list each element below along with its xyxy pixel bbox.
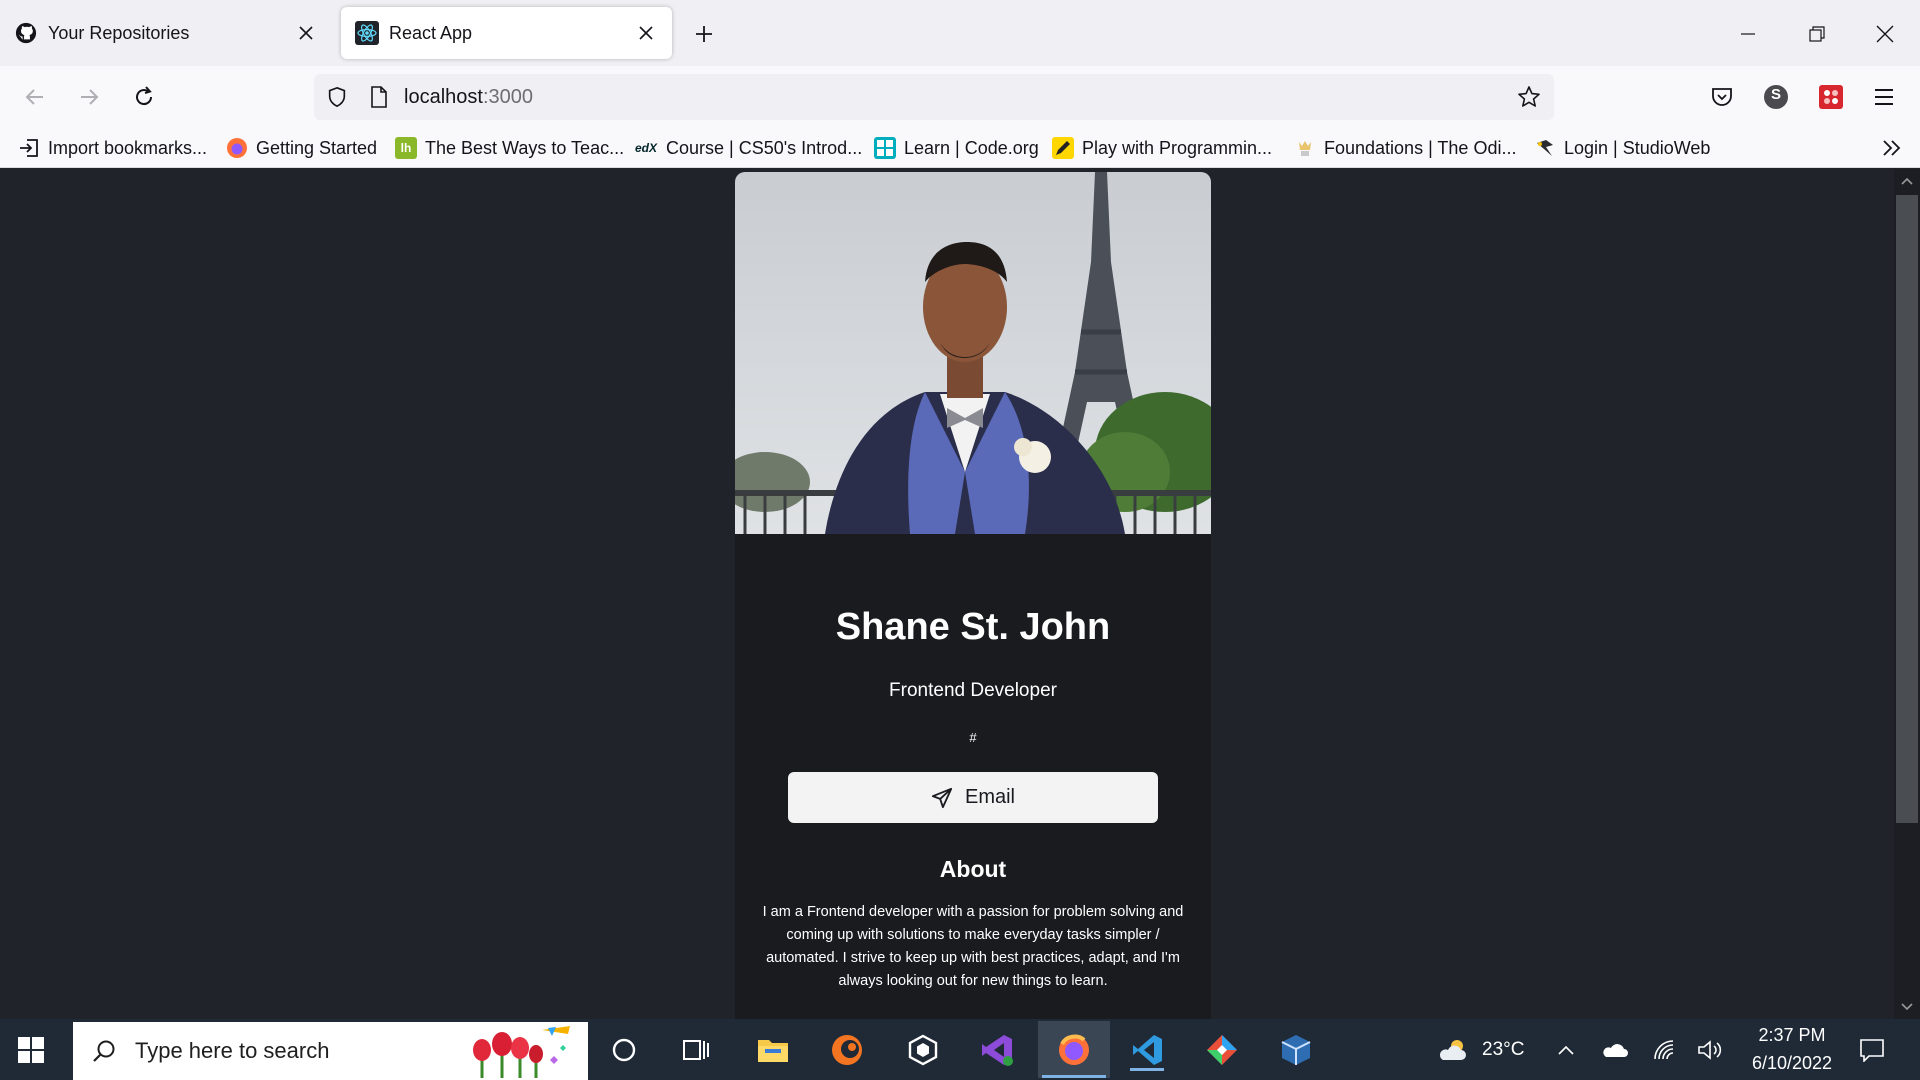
scroll-up-icon[interactable] <box>1899 173 1915 189</box>
profile-name: Shane St. John <box>835 606 1111 648</box>
odin-icon <box>1294 137 1316 159</box>
about-text: I am a Frontend developer with a passion… <box>762 904 1184 989</box>
shield-icon[interactable] <box>322 82 352 112</box>
chevron-up-icon[interactable] <box>1553 1037 1579 1063</box>
crunchyroll-icon[interactable] <box>826 1029 868 1071</box>
bookmark-getting-started[interactable]: Getting Started <box>226 134 377 162</box>
bookmark-label: Foundations | The Odi... <box>1324 137 1517 158</box>
new-tab-button[interactable] <box>688 18 720 50</box>
pocket-icon[interactable] <box>1706 81 1738 113</box>
bookmark-label: Getting Started <box>256 137 378 158</box>
close-window-icon[interactable] <box>1867 16 1903 52</box>
bookmark-label: Course | CS50's Introd... <box>666 137 863 158</box>
weather-temperature[interactable]: 23°C <box>1482 1039 1524 1061</box>
restore-icon[interactable] <box>1799 16 1835 52</box>
scroll-down-icon[interactable] <box>1899 999 1915 1015</box>
bookmark-import[interactable]: Import bookmarks... <box>18 134 207 162</box>
tab-bar: Your Repositories React App <box>0 0 1920 66</box>
bookmark-code-org[interactable]: Learn | Code.org <box>874 134 1039 162</box>
scrollbar-thumb[interactable] <box>1896 195 1918 823</box>
search-icon <box>89 1036 119 1066</box>
bookmark-label: The Best Ways to Teac... <box>425 137 625 158</box>
clock-time[interactable]: 2:37 PM <box>1745 1025 1839 1046</box>
search-placeholder: Type here to search <box>135 1038 330 1063</box>
tab-title: React App <box>389 22 473 43</box>
profile-link[interactable]: # <box>735 730 1211 745</box>
unity-hub-icon[interactable] <box>902 1029 944 1071</box>
pencil-icon <box>1052 137 1074 159</box>
clock-date[interactable]: 6/10/2022 <box>1740 1053 1844 1074</box>
page-viewport: Shane St. John Frontend Developer # Emai… <box>0 169 1894 1019</box>
codeorg-icon <box>874 137 896 159</box>
react-icon <box>355 21 379 45</box>
close-tab-icon[interactable] <box>294 21 318 45</box>
account-avatar[interactable]: S <box>1760 81 1792 113</box>
bookmark-odin[interactable]: Foundations | The Odi... <box>1294 134 1516 162</box>
wifi-icon[interactable] <box>1652 1037 1678 1063</box>
back-icon[interactable] <box>17 79 53 115</box>
virtualbox-icon[interactable] <box>1275 1029 1317 1071</box>
file-explorer-icon[interactable] <box>752 1029 794 1071</box>
edx-icon: edX <box>634 141 657 155</box>
sourcetree-icon[interactable] <box>1201 1029 1243 1071</box>
bookmark-best-ways[interactable]: lh The Best Ways to Teac... <box>395 134 624 162</box>
profile-photo <box>735 172 1211 534</box>
bookmark-label: Learn | Code.org <box>904 137 1039 158</box>
email-button-label: Email <box>964 786 1015 808</box>
firefox-icon <box>226 137 248 159</box>
about-heading: About <box>939 856 1007 882</box>
github-icon <box>14 21 38 45</box>
studioweb-icon <box>1534 137 1556 159</box>
firefox-taskbar-icon[interactable] <box>1038 1021 1110 1078</box>
url-text[interactable]: localhost:3000 <box>404 86 533 109</box>
lh-icon: lh <box>395 137 417 159</box>
menu-icon[interactable] <box>1868 81 1900 113</box>
running-indicator <box>1130 1068 1164 1071</box>
tab-react-app[interactable]: React App <box>341 7 672 59</box>
profile-card: Shane St. John Frontend Developer # Emai… <box>735 172 1211 1019</box>
weather-icon[interactable] <box>1437 1037 1469 1063</box>
bookmark-star-icon[interactable] <box>1514 82 1544 112</box>
onedrive-icon[interactable] <box>1602 1037 1628 1063</box>
url-port: :3000 <box>482 86 533 108</box>
page-icon[interactable] <box>364 82 394 112</box>
notifications-icon[interactable] <box>1857 1037 1887 1063</box>
account-initial: S <box>1770 86 1781 103</box>
email-button[interactable]: Email <box>788 772 1158 823</box>
tab-your-repositories[interactable]: Your Repositories <box>0 7 332 59</box>
url-host: localhost <box>404 86 483 108</box>
bookmarks-toolbar: Import bookmarks... Getting Started lh T… <box>0 128 1920 168</box>
vscode-icon[interactable] <box>1126 1029 1168 1071</box>
reload-icon[interactable] <box>126 79 162 115</box>
visual-studio-icon[interactable] <box>976 1029 1018 1071</box>
navigation-toolbar: localhost:3000 S <box>0 66 1920 128</box>
close-tab-icon[interactable] <box>634 21 658 45</box>
bookmark-label: Play with Programmin... <box>1082 137 1273 158</box>
forward-icon[interactable] <box>71 79 107 115</box>
active-indicator <box>1042 1075 1106 1078</box>
bookmark-cs50[interactable]: edX Course | CS50's Introd... <box>634 134 862 162</box>
task-view-icon[interactable] <box>675 1029 717 1071</box>
page-scrollbar[interactable] <box>1894 169 1920 1019</box>
minimize-icon[interactable] <box>1730 16 1766 52</box>
profile-role: Frontend Developer <box>889 680 1057 701</box>
send-icon <box>931 787 953 809</box>
bookmark-label: Import bookmarks... <box>48 137 208 158</box>
import-icon <box>18 137 40 159</box>
tab-title: Your Repositories <box>48 22 190 43</box>
address-bar[interactable]: localhost:3000 <box>314 74 1554 120</box>
windows-start-icon[interactable] <box>14 1033 48 1067</box>
volume-icon[interactable] <box>1697 1037 1723 1063</box>
bookmark-studioweb[interactable]: Login | StudioWeb <box>1534 134 1710 162</box>
bookmark-play-programming[interactable]: Play with Programmin... <box>1052 134 1272 162</box>
more-bookmarks-icon[interactable] <box>1880 136 1904 160</box>
extension-icon[interactable] <box>1815 81 1847 113</box>
tulips-icon <box>462 1026 572 1078</box>
bookmark-label: Login | StudioWeb <box>1564 137 1711 158</box>
windows-taskbar: Type here to search 23°C 2:37 PM 6/10/20… <box>0 1019 1920 1080</box>
cortana-icon[interactable] <box>603 1029 645 1071</box>
taskbar-search-box[interactable]: Type here to search <box>73 1022 588 1080</box>
